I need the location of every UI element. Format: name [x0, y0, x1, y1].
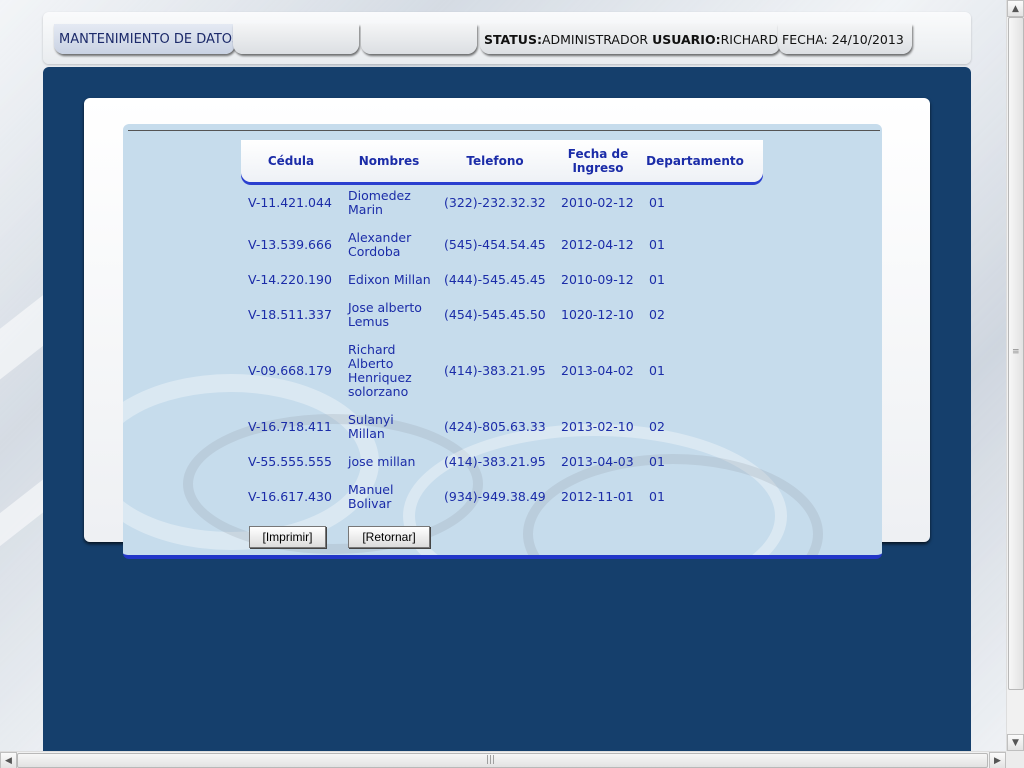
header-bar: MANTENIMIENTO DE DATOS STATUS: ADMINISTR…	[43, 12, 971, 64]
tab-empty-2[interactable]	[361, 24, 477, 54]
imprimir-button[interactable]: [Imprimir]	[249, 526, 326, 548]
table-header: Cédula Nombres Telefono Fecha de Ingreso…	[241, 140, 763, 182]
cell-cedula: V-16.718.411	[248, 419, 332, 434]
status-label: STATUS:	[484, 31, 542, 47]
cell-departamento: 01	[649, 454, 665, 469]
usuario-value: RICHARD	[720, 31, 778, 47]
cell-telefono: (322)-232.32.32	[444, 195, 546, 210]
column-header-fecha-ingreso: Fecha de Ingreso	[567, 147, 629, 175]
cell-nombres: Henriquez	[348, 370, 412, 385]
cell-cedula: V-16.617.430	[248, 489, 332, 504]
grip-icon: ≡	[1012, 347, 1020, 357]
cell-fecha-ingreso: 2013-04-03	[561, 454, 634, 469]
cell-nombres: jose millan	[348, 454, 416, 469]
cell-departamento: 01	[649, 272, 665, 287]
cell-nombres: Millan	[348, 426, 385, 441]
usuario-label: USUARIO:	[652, 31, 721, 47]
cell-nombres: Edixon Millan	[348, 272, 431, 287]
status-value: ADMINISTRADOR	[541, 31, 649, 47]
cell-fecha-ingreso: 2013-02-10	[561, 419, 634, 434]
cell-nombres: solorzano	[348, 384, 409, 399]
divider	[128, 130, 880, 131]
cell-cedula: V-13.539.666	[248, 237, 332, 252]
column-header-departamento: Departamento	[646, 154, 744, 168]
cell-telefono: (414)-383.21.95	[444, 454, 546, 469]
scroll-down-icon[interactable]: ▼	[1007, 734, 1024, 751]
scroll-right-icon[interactable]: ▶	[989, 752, 1006, 768]
cell-nombres: Jose alberto	[348, 300, 422, 315]
cell-fecha-ingreso: 2010-09-12	[561, 272, 634, 287]
cell-nombres: Alexander	[348, 230, 412, 245]
cell-departamento: 01	[649, 363, 665, 378]
date-tab: FECHA: 24/10/2013	[778, 24, 912, 54]
cell-telefono: (454)-545.45.50	[444, 307, 546, 322]
cell-nombres: Cordoba	[348, 244, 401, 259]
cell-fecha-ingreso: 2010-02-12	[561, 195, 634, 210]
scroll-left-icon[interactable]: ◀	[0, 752, 17, 768]
cell-fecha-ingreso: 2012-11-01	[561, 489, 634, 504]
horizontal-scroll-thumb[interactable]	[17, 753, 988, 768]
cell-departamento: 01	[649, 195, 665, 210]
cell-departamento: 01	[649, 237, 665, 252]
cell-nombres: Alberto	[348, 356, 394, 371]
column-header-telefono: Telefono	[466, 154, 524, 168]
scrollbar-corner	[1006, 751, 1024, 768]
tab-mantenimiento-label: MANTENIMIENTO DE DATOS	[59, 31, 235, 47]
cell-departamento: 01	[649, 489, 665, 504]
cell-telefono: (414)-383.21.95	[444, 363, 546, 378]
cell-fecha-ingreso: 2012-04-12	[561, 237, 634, 252]
cell-cedula: V-55.555.555	[248, 454, 332, 469]
cell-cedula: V-18.511.337	[248, 307, 332, 322]
cell-nombres: Manuel	[348, 482, 394, 497]
status-user-tab: STATUS: ADMINISTRADOR USUARIO: RICHARD	[480, 24, 780, 54]
cell-nombres: Richard	[348, 342, 396, 357]
scroll-up-icon[interactable]: ▲	[1007, 0, 1024, 17]
cell-cedula: V-09.668.179	[248, 363, 332, 378]
date-text: FECHA: 24/10/2013	[782, 31, 904, 47]
cell-departamento: 02	[649, 419, 665, 434]
grip-icon: |||	[486, 755, 496, 765]
column-header-cedula: Cédula	[267, 154, 315, 168]
cell-nombres: Sulanyi	[348, 412, 394, 427]
cell-departamento: 02	[649, 307, 665, 322]
retornar-button[interactable]: [Retornar]	[348, 526, 430, 548]
cell-cedula: V-14.220.190	[248, 272, 332, 287]
tab-mantenimiento[interactable]: MANTENIMIENTO DE DATOS	[54, 24, 235, 54]
cell-telefono: (934)-949.38.49	[444, 489, 546, 504]
tab-empty-1[interactable]	[233, 24, 359, 54]
cell-nombres: Diomedez	[348, 188, 411, 203]
cell-nombres: Marin	[348, 202, 383, 217]
horizontal-scrollbar[interactable]: ◀ ||| ▶	[0, 751, 1006, 768]
cell-telefono: (444)-545.45.45	[444, 272, 546, 287]
cell-fecha-ingreso: 1020-12-10	[561, 307, 634, 322]
cell-cedula: V-11.421.044	[248, 195, 332, 210]
vertical-scrollbar[interactable]: ▲ ≡ ▼	[1006, 0, 1024, 751]
retornar-label: [Retornar]	[362, 530, 416, 544]
cell-telefono: (545)-454.54.45	[444, 237, 546, 252]
cell-fecha-ingreso: 2013-04-02	[561, 363, 634, 378]
cell-telefono: (424)-805.63.33	[444, 419, 546, 434]
imprimir-label: [Imprimir]	[262, 530, 313, 544]
column-header-nombres: Nombres	[358, 154, 420, 168]
cell-nombres: Lemus	[348, 314, 390, 329]
cell-nombres: Bolivar	[348, 496, 392, 511]
